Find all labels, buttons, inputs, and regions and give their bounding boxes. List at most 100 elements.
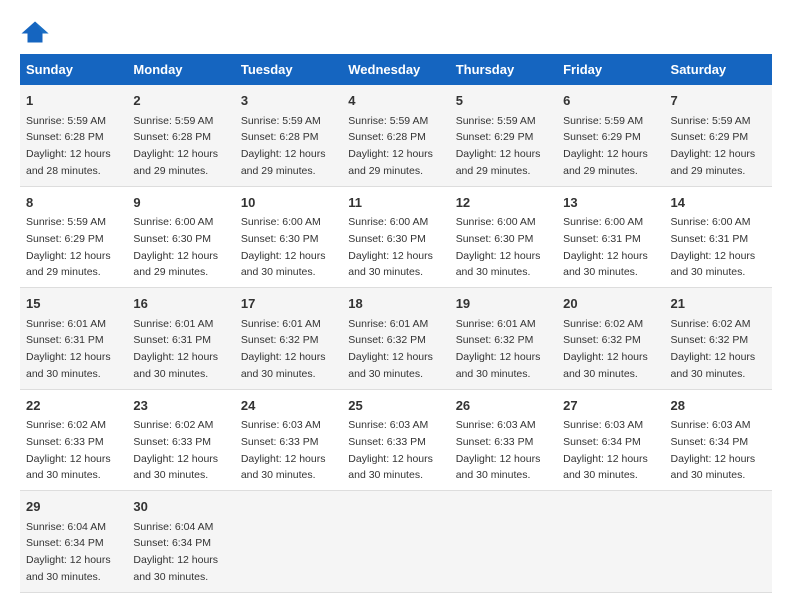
day-cell: 1 Sunrise: 5:59 AMSunset: 6:28 PMDayligh… bbox=[20, 85, 127, 186]
day-info: Sunrise: 6:00 AMSunset: 6:31 PMDaylight:… bbox=[671, 216, 756, 278]
day-cell: 8 Sunrise: 5:59 AMSunset: 6:29 PMDayligh… bbox=[20, 186, 127, 288]
week-row-4: 22 Sunrise: 6:02 AMSunset: 6:33 PMDaylig… bbox=[20, 389, 772, 491]
day-cell bbox=[450, 491, 557, 593]
day-number: 13 bbox=[563, 193, 658, 213]
day-number: 1 bbox=[26, 91, 121, 111]
day-cell: 6 Sunrise: 5:59 AMSunset: 6:29 PMDayligh… bbox=[557, 85, 664, 186]
day-cell: 21 Sunrise: 6:02 AMSunset: 6:32 PMDaylig… bbox=[665, 288, 772, 390]
day-cell: 16 Sunrise: 6:01 AMSunset: 6:31 PMDaylig… bbox=[127, 288, 234, 390]
day-info: Sunrise: 6:01 AMSunset: 6:31 PMDaylight:… bbox=[26, 318, 111, 380]
day-cell: 26 Sunrise: 6:03 AMSunset: 6:33 PMDaylig… bbox=[450, 389, 557, 491]
day-info: Sunrise: 6:03 AMSunset: 6:34 PMDaylight:… bbox=[563, 419, 648, 481]
day-number: 19 bbox=[456, 294, 551, 314]
day-cell: 9 Sunrise: 6:00 AMSunset: 6:30 PMDayligh… bbox=[127, 186, 234, 288]
day-info: Sunrise: 6:03 AMSunset: 6:33 PMDaylight:… bbox=[348, 419, 433, 481]
day-cell: 14 Sunrise: 6:00 AMSunset: 6:31 PMDaylig… bbox=[665, 186, 772, 288]
day-cell: 3 Sunrise: 5:59 AMSunset: 6:28 PMDayligh… bbox=[235, 85, 342, 186]
column-header-wednesday: Wednesday bbox=[342, 54, 449, 85]
day-info: Sunrise: 6:02 AMSunset: 6:32 PMDaylight:… bbox=[671, 318, 756, 380]
day-number: 30 bbox=[133, 497, 228, 517]
day-number: 8 bbox=[26, 193, 121, 213]
column-header-saturday: Saturday bbox=[665, 54, 772, 85]
week-row-1: 1 Sunrise: 5:59 AMSunset: 6:28 PMDayligh… bbox=[20, 85, 772, 186]
day-info: Sunrise: 6:04 AMSunset: 6:34 PMDaylight:… bbox=[133, 521, 218, 583]
day-number: 25 bbox=[348, 396, 443, 416]
day-cell: 4 Sunrise: 5:59 AMSunset: 6:28 PMDayligh… bbox=[342, 85, 449, 186]
day-number: 5 bbox=[456, 91, 551, 111]
day-cell: 12 Sunrise: 6:00 AMSunset: 6:30 PMDaylig… bbox=[450, 186, 557, 288]
day-info: Sunrise: 6:03 AMSunset: 6:33 PMDaylight:… bbox=[456, 419, 541, 481]
day-info: Sunrise: 6:00 AMSunset: 6:30 PMDaylight:… bbox=[456, 216, 541, 278]
day-cell bbox=[665, 491, 772, 593]
day-info: Sunrise: 5:59 AMSunset: 6:29 PMDaylight:… bbox=[563, 115, 648, 177]
day-number: 16 bbox=[133, 294, 228, 314]
day-number: 11 bbox=[348, 193, 443, 213]
day-number: 20 bbox=[563, 294, 658, 314]
column-header-monday: Monday bbox=[127, 54, 234, 85]
day-cell: 11 Sunrise: 6:00 AMSunset: 6:30 PMDaylig… bbox=[342, 186, 449, 288]
day-number: 22 bbox=[26, 396, 121, 416]
day-info: Sunrise: 5:59 AMSunset: 6:28 PMDaylight:… bbox=[241, 115, 326, 177]
day-number: 28 bbox=[671, 396, 766, 416]
day-info: Sunrise: 6:00 AMSunset: 6:30 PMDaylight:… bbox=[241, 216, 326, 278]
day-info: Sunrise: 5:59 AMSunset: 6:28 PMDaylight:… bbox=[133, 115, 218, 177]
day-cell: 19 Sunrise: 6:01 AMSunset: 6:32 PMDaylig… bbox=[450, 288, 557, 390]
week-row-2: 8 Sunrise: 5:59 AMSunset: 6:29 PMDayligh… bbox=[20, 186, 772, 288]
day-cell: 5 Sunrise: 5:59 AMSunset: 6:29 PMDayligh… bbox=[450, 85, 557, 186]
day-info: Sunrise: 6:01 AMSunset: 6:31 PMDaylight:… bbox=[133, 318, 218, 380]
day-info: Sunrise: 5:59 AMSunset: 6:29 PMDaylight:… bbox=[671, 115, 756, 177]
column-header-tuesday: Tuesday bbox=[235, 54, 342, 85]
day-info: Sunrise: 5:59 AMSunset: 6:29 PMDaylight:… bbox=[456, 115, 541, 177]
day-info: Sunrise: 6:04 AMSunset: 6:34 PMDaylight:… bbox=[26, 521, 111, 583]
column-header-sunday: Sunday bbox=[20, 54, 127, 85]
day-info: Sunrise: 6:00 AMSunset: 6:31 PMDaylight:… bbox=[563, 216, 648, 278]
day-number: 15 bbox=[26, 294, 121, 314]
day-info: Sunrise: 5:59 AMSunset: 6:28 PMDaylight:… bbox=[26, 115, 111, 177]
day-cell: 13 Sunrise: 6:00 AMSunset: 6:31 PMDaylig… bbox=[557, 186, 664, 288]
day-info: Sunrise: 6:01 AMSunset: 6:32 PMDaylight:… bbox=[241, 318, 326, 380]
week-row-3: 15 Sunrise: 6:01 AMSunset: 6:31 PMDaylig… bbox=[20, 288, 772, 390]
day-number: 14 bbox=[671, 193, 766, 213]
column-header-friday: Friday bbox=[557, 54, 664, 85]
day-number: 2 bbox=[133, 91, 228, 111]
day-number: 21 bbox=[671, 294, 766, 314]
logo bbox=[20, 20, 54, 44]
day-number: 29 bbox=[26, 497, 121, 517]
day-cell: 30 Sunrise: 6:04 AMSunset: 6:34 PMDaylig… bbox=[127, 491, 234, 593]
column-header-thursday: Thursday bbox=[450, 54, 557, 85]
day-cell: 29 Sunrise: 6:04 AMSunset: 6:34 PMDaylig… bbox=[20, 491, 127, 593]
day-cell bbox=[557, 491, 664, 593]
week-row-5: 29 Sunrise: 6:04 AMSunset: 6:34 PMDaylig… bbox=[20, 491, 772, 593]
day-cell: 20 Sunrise: 6:02 AMSunset: 6:32 PMDaylig… bbox=[557, 288, 664, 390]
day-info: Sunrise: 6:03 AMSunset: 6:33 PMDaylight:… bbox=[241, 419, 326, 481]
day-cell: 15 Sunrise: 6:01 AMSunset: 6:31 PMDaylig… bbox=[20, 288, 127, 390]
day-cell: 7 Sunrise: 5:59 AMSunset: 6:29 PMDayligh… bbox=[665, 85, 772, 186]
day-info: Sunrise: 6:03 AMSunset: 6:34 PMDaylight:… bbox=[671, 419, 756, 481]
header bbox=[20, 20, 772, 44]
day-info: Sunrise: 6:02 AMSunset: 6:32 PMDaylight:… bbox=[563, 318, 648, 380]
day-number: 9 bbox=[133, 193, 228, 213]
day-cell: 10 Sunrise: 6:00 AMSunset: 6:30 PMDaylig… bbox=[235, 186, 342, 288]
day-info: Sunrise: 6:00 AMSunset: 6:30 PMDaylight:… bbox=[133, 216, 218, 278]
day-info: Sunrise: 6:02 AMSunset: 6:33 PMDaylight:… bbox=[133, 419, 218, 481]
day-cell: 17 Sunrise: 6:01 AMSunset: 6:32 PMDaylig… bbox=[235, 288, 342, 390]
calendar-table: SundayMondayTuesdayWednesdayThursdayFrid… bbox=[20, 54, 772, 593]
day-cell: 25 Sunrise: 6:03 AMSunset: 6:33 PMDaylig… bbox=[342, 389, 449, 491]
day-number: 10 bbox=[241, 193, 336, 213]
day-number: 23 bbox=[133, 396, 228, 416]
day-number: 3 bbox=[241, 91, 336, 111]
day-number: 17 bbox=[241, 294, 336, 314]
day-info: Sunrise: 5:59 AMSunset: 6:28 PMDaylight:… bbox=[348, 115, 433, 177]
day-cell bbox=[342, 491, 449, 593]
day-cell bbox=[235, 491, 342, 593]
logo-icon bbox=[20, 20, 50, 44]
day-number: 12 bbox=[456, 193, 551, 213]
day-cell: 18 Sunrise: 6:01 AMSunset: 6:32 PMDaylig… bbox=[342, 288, 449, 390]
day-number: 26 bbox=[456, 396, 551, 416]
day-cell: 2 Sunrise: 5:59 AMSunset: 6:28 PMDayligh… bbox=[127, 85, 234, 186]
day-cell: 24 Sunrise: 6:03 AMSunset: 6:33 PMDaylig… bbox=[235, 389, 342, 491]
header-row: SundayMondayTuesdayWednesdayThursdayFrid… bbox=[20, 54, 772, 85]
day-info: Sunrise: 6:01 AMSunset: 6:32 PMDaylight:… bbox=[348, 318, 433, 380]
day-number: 27 bbox=[563, 396, 658, 416]
day-info: Sunrise: 6:00 AMSunset: 6:30 PMDaylight:… bbox=[348, 216, 433, 278]
